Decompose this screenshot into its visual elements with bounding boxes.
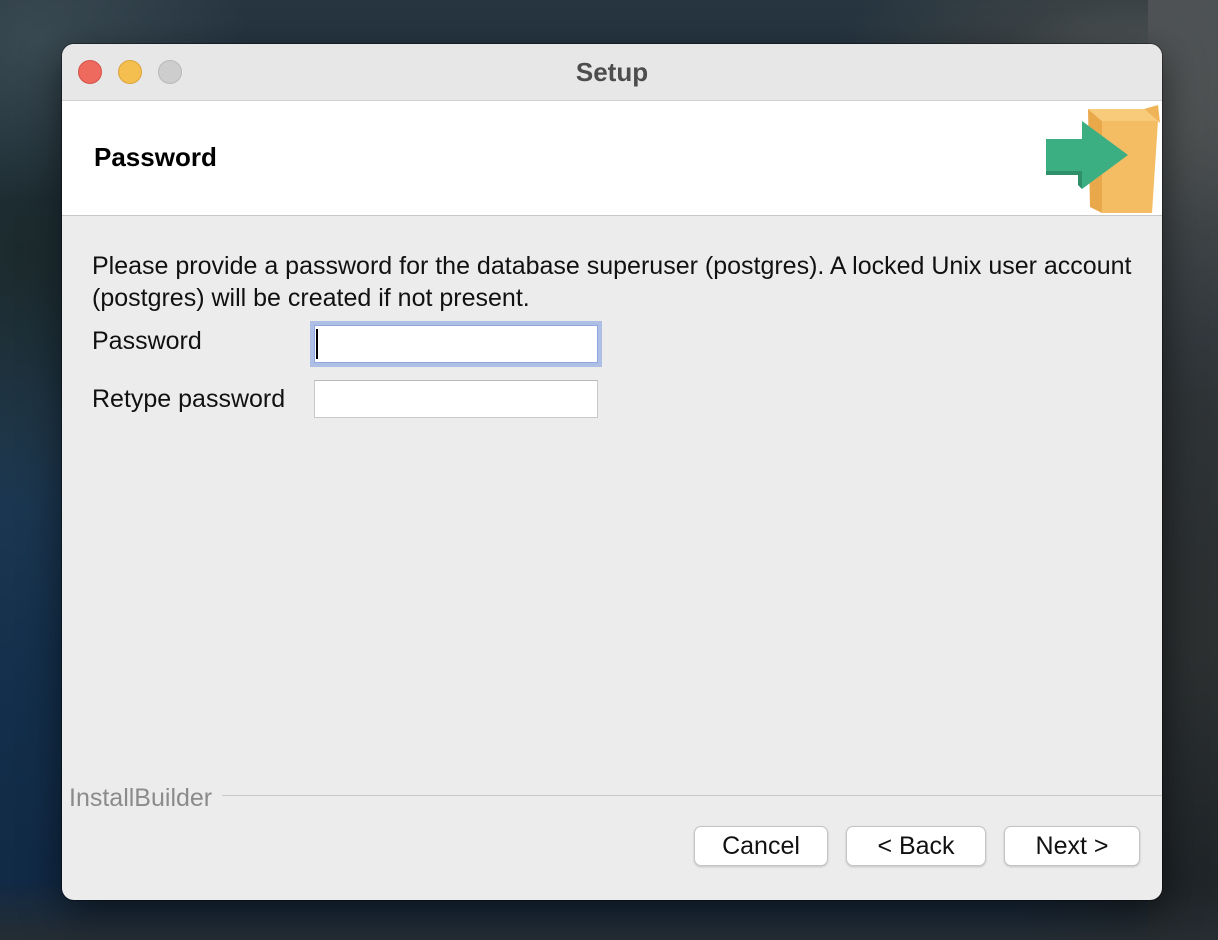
page-header: Password: [62, 101, 1162, 216]
footer-divider: [69, 795, 1162, 796]
text-caret: [316, 329, 318, 359]
password-description: Please provide a password for the databa…: [92, 252, 1132, 312]
page-title: Password: [94, 142, 217, 172]
cancel-button[interactable]: Cancel: [694, 826, 828, 866]
next-button[interactable]: Next >: [1004, 826, 1140, 866]
back-button[interactable]: < Back: [846, 826, 986, 866]
setup-window: Setup Password Please provide a password…: [62, 44, 1162, 900]
retype-password-label: Retype password: [92, 385, 286, 413]
installer-box-arrow-icon: [1046, 105, 1160, 213]
password-input[interactable]: [314, 325, 598, 363]
window-title: Setup: [575, 57, 649, 87]
retype-password-input[interactable]: [314, 380, 598, 418]
installbuilder-brand: InstallBuilder: [69, 784, 223, 813]
password-label: Password: [92, 327, 202, 355]
title-bar[interactable]: Setup: [62, 44, 1162, 101]
